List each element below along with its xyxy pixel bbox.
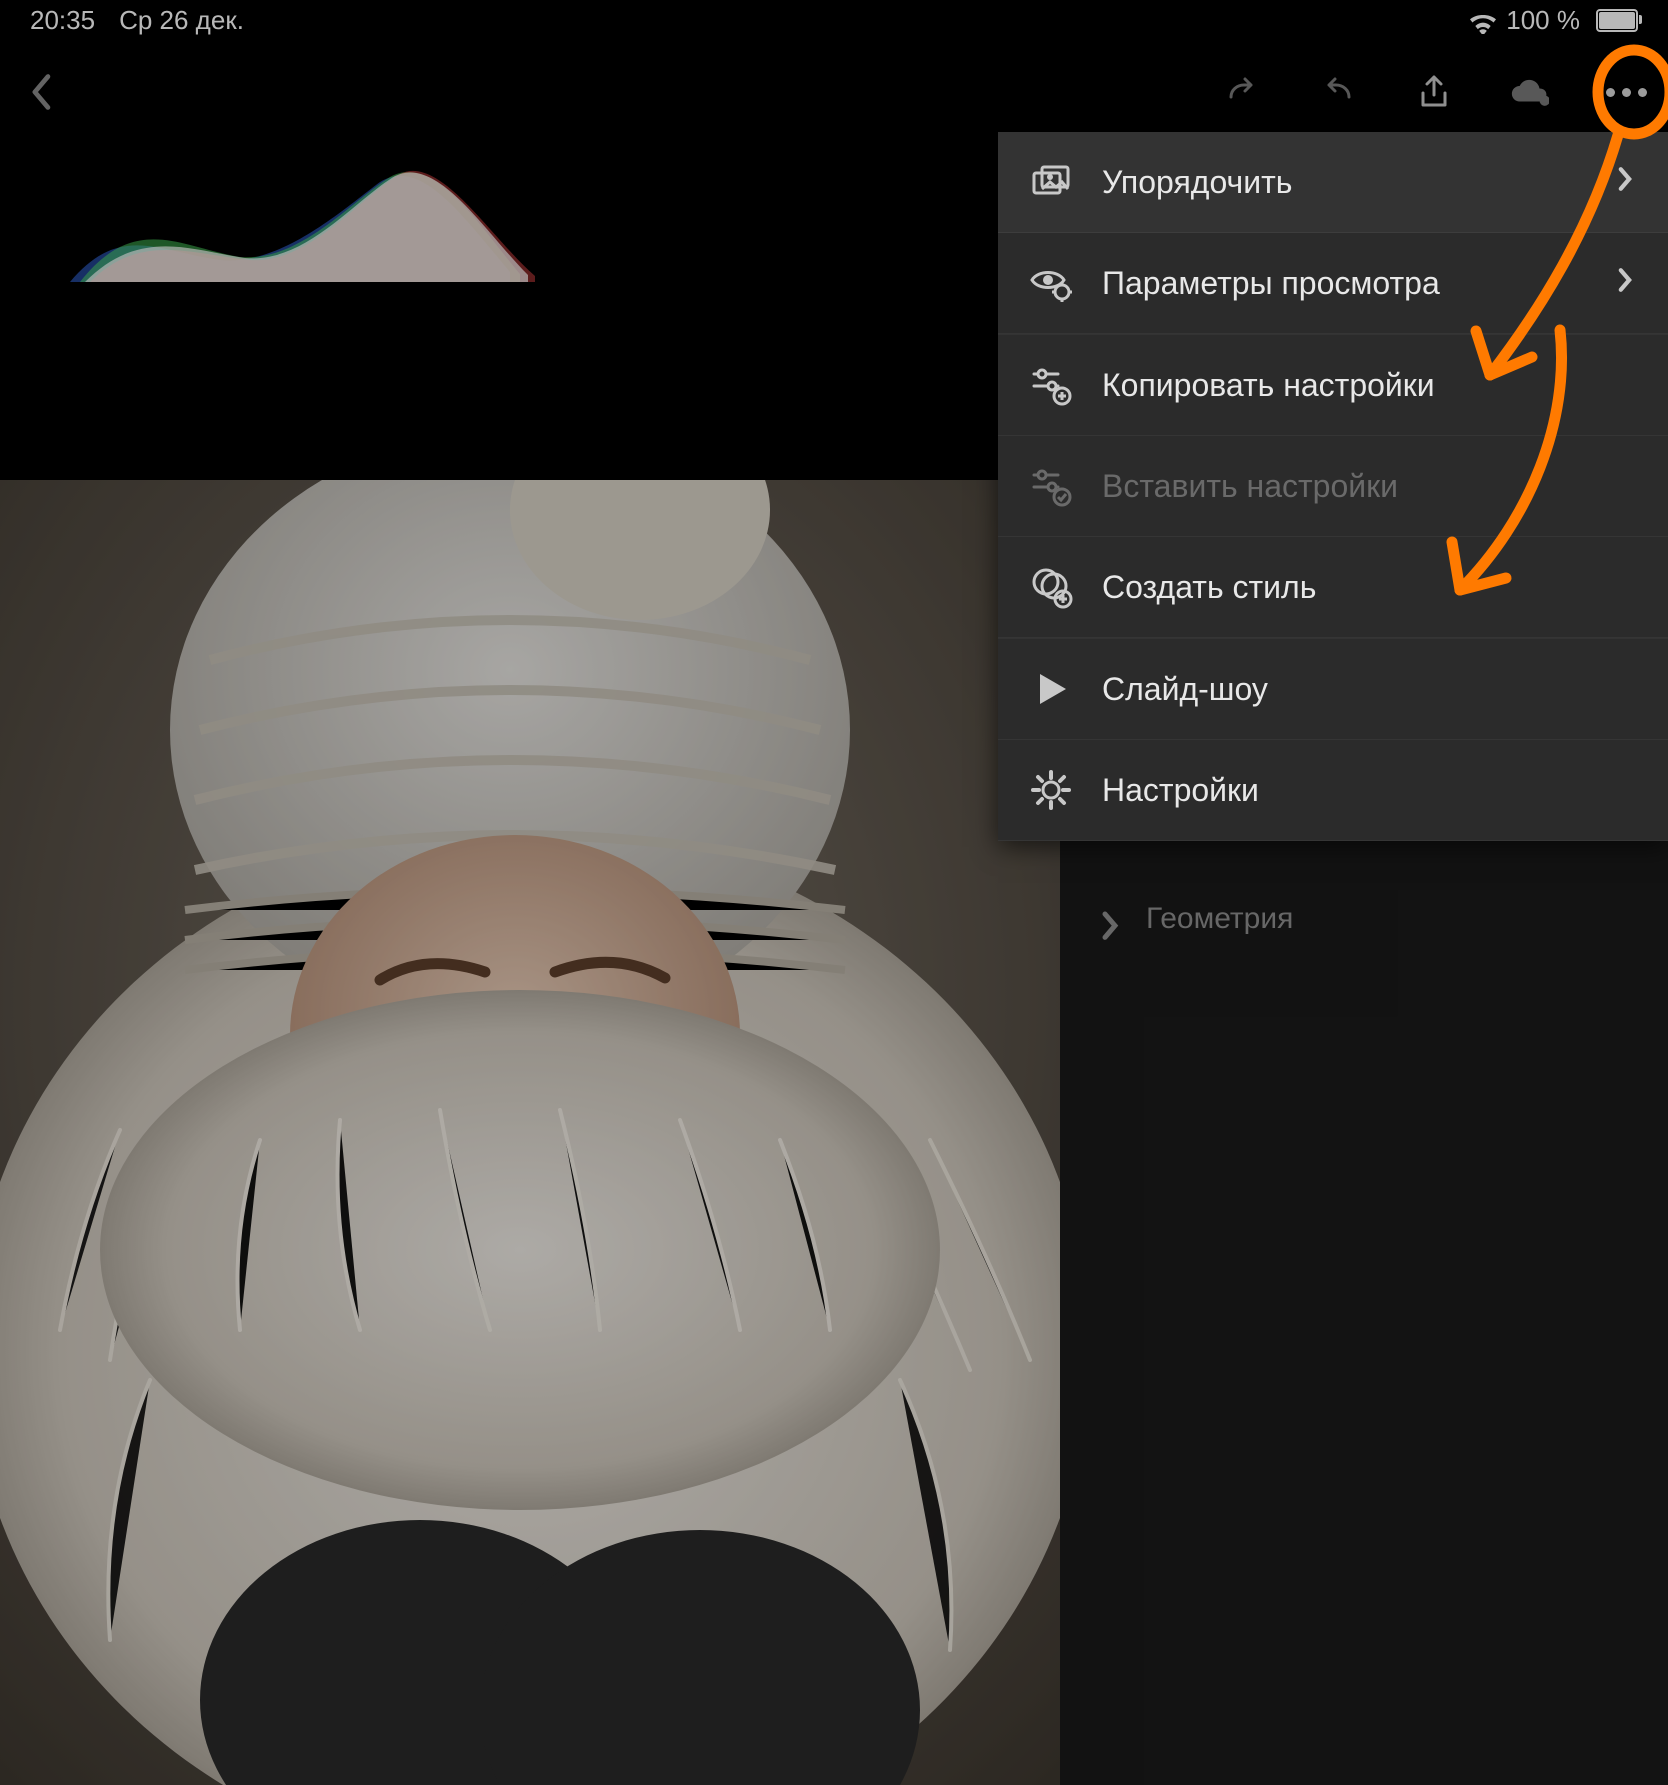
more-icon — [1606, 88, 1647, 97]
wifi-icon — [1470, 10, 1496, 30]
organize-icon — [1028, 159, 1074, 205]
back-button[interactable] — [20, 70, 64, 114]
play-icon — [1028, 666, 1074, 712]
cloud-sync-icon[interactable] — [1508, 70, 1552, 114]
menu-item-settings[interactable]: Настройки — [998, 740, 1668, 841]
menu-item-slideshow[interactable]: Слайд-шоу — [998, 639, 1668, 740]
menu-item-label: Слайд-шоу — [1102, 671, 1634, 708]
photo-preview[interactable] — [0, 480, 1060, 1785]
redo-button[interactable] — [1220, 70, 1264, 114]
status-bar: 20:35 Ср 26 дек. 100 % — [0, 0, 1668, 40]
menu-item-label: Создать стиль — [1102, 569, 1634, 606]
panel-row-geometry[interactable]: Геометрия — [1060, 872, 1668, 966]
menu-item-label: Упорядочить — [1102, 164, 1588, 201]
menu-item-label: Настройки — [1102, 772, 1634, 809]
undo-button[interactable] — [1316, 70, 1360, 114]
sliders-copy-icon — [1028, 362, 1074, 408]
app-toolbar — [0, 52, 1668, 132]
chevron-right-icon — [1616, 265, 1634, 302]
chevron-right-icon — [1100, 909, 1120, 929]
menu-item-create-preset[interactable]: Создать стиль — [998, 537, 1668, 638]
histogram — [40, 142, 570, 282]
menu-item-organize[interactable]: Упорядочить — [998, 132, 1668, 233]
sliders-paste-icon — [1028, 463, 1074, 509]
chevron-right-icon — [1616, 164, 1634, 201]
panel-row-label: Геометрия — [1146, 902, 1293, 936]
eye-gear-icon — [1028, 260, 1074, 306]
more-menu: Упорядочить Параметры просмотра Копирова… — [998, 132, 1668, 841]
menu-item-view-options[interactable]: Параметры просмотра — [998, 233, 1668, 334]
menu-item-paste-settings: Вставить настройки — [998, 436, 1668, 537]
gear-icon — [1028, 767, 1074, 813]
preset-add-icon — [1028, 564, 1074, 610]
menu-item-label: Вставить настройки — [1102, 468, 1634, 505]
status-date: Ср 26 дек. — [119, 5, 244, 36]
status-battery-pct: 100 % — [1506, 5, 1580, 36]
battery-icon — [1590, 9, 1638, 32]
menu-item-copy-settings[interactable]: Копировать настройки — [998, 335, 1668, 436]
status-time: 20:35 — [30, 5, 95, 36]
share-button[interactable] — [1412, 70, 1456, 114]
more-button[interactable] — [1604, 70, 1648, 114]
menu-item-label: Копировать настройки — [1102, 367, 1634, 404]
menu-item-label: Параметры просмотра — [1102, 265, 1588, 302]
